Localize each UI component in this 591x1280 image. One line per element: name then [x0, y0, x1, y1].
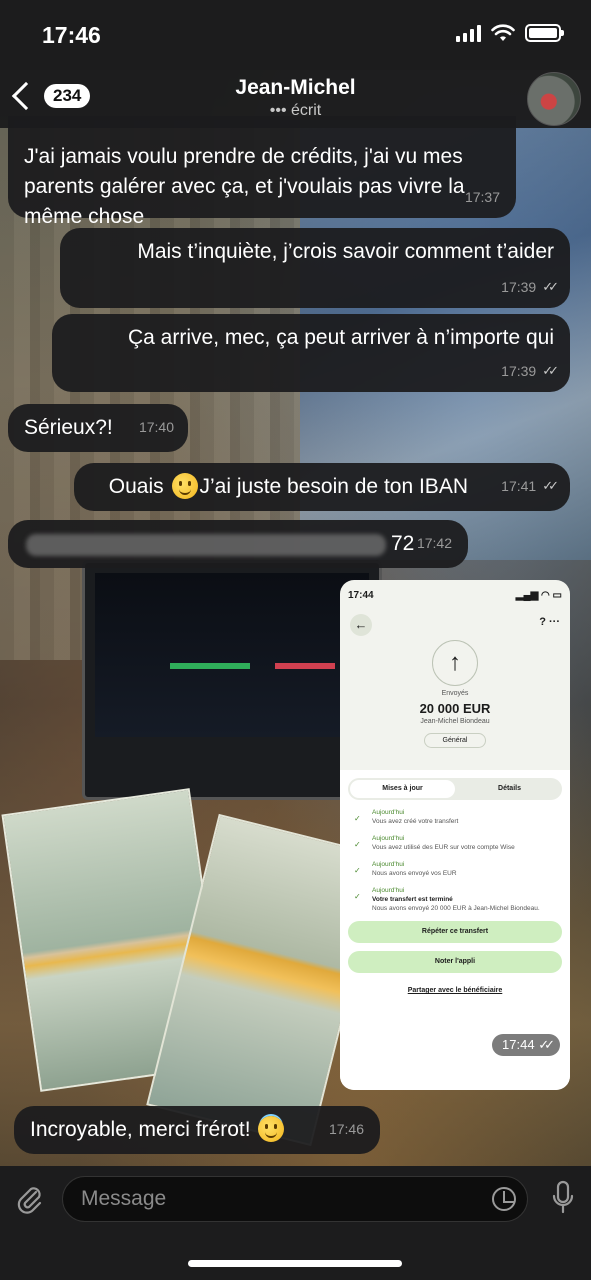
- account-chip: Général: [424, 733, 486, 748]
- paperclip-icon[interactable]: [16, 1184, 44, 1214]
- message-time: 17:46: [328, 1121, 364, 1137]
- message-incoming[interactable]: Incroyable, merci frérot! 17:46: [14, 1106, 380, 1154]
- screenshot-nav: ← ? ···: [340, 610, 570, 636]
- message-input[interactable]: [62, 1176, 528, 1222]
- step-text: Vous avez utilisé des EUR sur votre comp…: [372, 844, 515, 851]
- double-check-icon: ✓✓: [542, 478, 559, 493]
- message-time: 17:41: [501, 478, 537, 494]
- cellular-signal-icon: [456, 24, 481, 42]
- tab-updates: Mises à jour: [350, 780, 455, 798]
- step-title: Votre transfert est terminé: [372, 896, 453, 903]
- message-text: Incroyable, merci frérot!: [30, 1118, 251, 1141]
- message-time: 17:39: [501, 363, 537, 379]
- laptop-red-bar: [275, 663, 335, 669]
- repeat-transfer-button: Répéter ce transfert: [348, 921, 562, 943]
- message-time: 17:44: [502, 1037, 535, 1052]
- timeline-step: ✓ Aujourd'hui Votre transfert est termin…: [340, 886, 570, 913]
- step-text: Nous avons envoyé vos EUR: [372, 870, 457, 877]
- message-outgoing[interactable]: Mais t’inquiète, j’crois savoir comment …: [60, 228, 570, 308]
- step-when: Aujourd'hui: [372, 861, 405, 868]
- timeline-step: ✓ Aujourd'hui Vous avez créé votre trans…: [340, 808, 570, 826]
- check-icon: ✓: [354, 892, 361, 901]
- check-icon: ✓: [354, 840, 361, 849]
- message-text: Ouais: [108, 475, 164, 498]
- image-timestamp: 17:44 ✓✓: [492, 1034, 560, 1056]
- message-text: Ça arrive, mec, ça peut arriver à n’impo…: [128, 326, 554, 349]
- timeline-step: ✓ Aujourd'hui Nous avons envoyé vos EUR: [340, 860, 570, 878]
- arrow-up-icon: ↑: [432, 640, 478, 686]
- message-incoming[interactable]: J'ai jamais voulu prendre de crédits, j'…: [8, 116, 516, 228]
- step-when: Aujourd'hui: [372, 887, 405, 894]
- laptop-screen: [95, 573, 369, 737]
- smiling-face-with-halo-icon: [258, 1116, 285, 1142]
- step-text: Nous avons envoyé 20 000 EUR à Jean-Mich…: [372, 905, 540, 912]
- smiling-face-icon: [171, 473, 198, 499]
- status-icons: ▂▄▆ ◠ ▭: [515, 590, 562, 601]
- step-when: Aujourd'hui: [372, 835, 405, 842]
- message-outgoing[interactable]: Ça arrive, mec, ça peut arriver à n’impo…: [52, 314, 570, 392]
- message-time: 17:42: [416, 535, 452, 551]
- transfer-amount: 20 000 EUR: [419, 701, 491, 716]
- check-icon: ✓: [354, 814, 361, 823]
- step-text: Vous avez créé votre transfert: [372, 818, 459, 825]
- arrow-left-icon: ←: [350, 614, 372, 636]
- contact-name[interactable]: Jean-Michel: [0, 76, 591, 100]
- message-text: 72: [391, 532, 415, 555]
- background-laptop: [82, 560, 382, 800]
- message-time: 17:40: [138, 419, 174, 435]
- message-incoming-redacted[interactable]: 72 17:42: [8, 520, 468, 568]
- screenshot-time: 17:44: [348, 590, 374, 601]
- wifi-icon: [491, 24, 515, 41]
- sent-label: Envoyés: [441, 690, 469, 697]
- message-incoming[interactable]: Sérieux?! 17:40: [8, 404, 188, 452]
- avatar[interactable]: [527, 72, 581, 126]
- message-text: Mais t’inquiète, j’crois savoir comment …: [137, 240, 554, 263]
- message-text: J'ai jamais voulu prendre de crédits, j'…: [24, 145, 465, 228]
- screenshot-tabs: Mises à jour Détails: [348, 778, 562, 800]
- tab-details: Détails: [498, 785, 521, 792]
- status-icons: [456, 24, 564, 42]
- rate-app-button: Noter l'appli: [348, 951, 562, 973]
- help-more-icons: ? ···: [539, 616, 560, 628]
- step-when: Aujourd'hui: [372, 809, 405, 816]
- redacted-text: [26, 534, 386, 556]
- message-time: 17:39: [501, 279, 537, 295]
- status-time: 17:46: [42, 22, 101, 48]
- screenshot-status-bar: 17:44 ▂▄▆ ◠ ▭: [340, 580, 570, 610]
- battery-icon: [525, 24, 564, 42]
- microphone-icon[interactable]: [551, 1180, 575, 1216]
- home-indicator[interactable]: [188, 1260, 402, 1267]
- laptop-green-bar: [170, 663, 250, 669]
- double-check-icon: ✓✓: [542, 279, 559, 294]
- image-message-transfer-screenshot[interactable]: 17:44 ▂▄▆ ◠ ▭ ← ? ··· ↑ Envoyés 20 000 E…: [340, 580, 570, 1090]
- message-text: J’ai juste besoin de ton IBAN: [199, 475, 469, 498]
- message-outgoing[interactable]: Ouais J’ai juste besoin de ton IBAN 17:4…: [74, 463, 570, 511]
- recipient-name: Jean-Michel Biondeau: [420, 718, 490, 725]
- double-check-icon: ✓✓: [542, 363, 559, 378]
- share-link: Partager avec le bénéficiaire: [407, 987, 503, 994]
- check-icon: ✓: [354, 866, 361, 875]
- timeline-step: ✓ Aujourd'hui Vous avez utilisé des EUR …: [340, 834, 570, 852]
- message-time: 17:37: [464, 189, 500, 205]
- status-bar: 17:46: [0, 0, 591, 70]
- double-check-icon: ✓✓: [538, 1037, 555, 1052]
- sticker-icon[interactable]: [492, 1187, 516, 1211]
